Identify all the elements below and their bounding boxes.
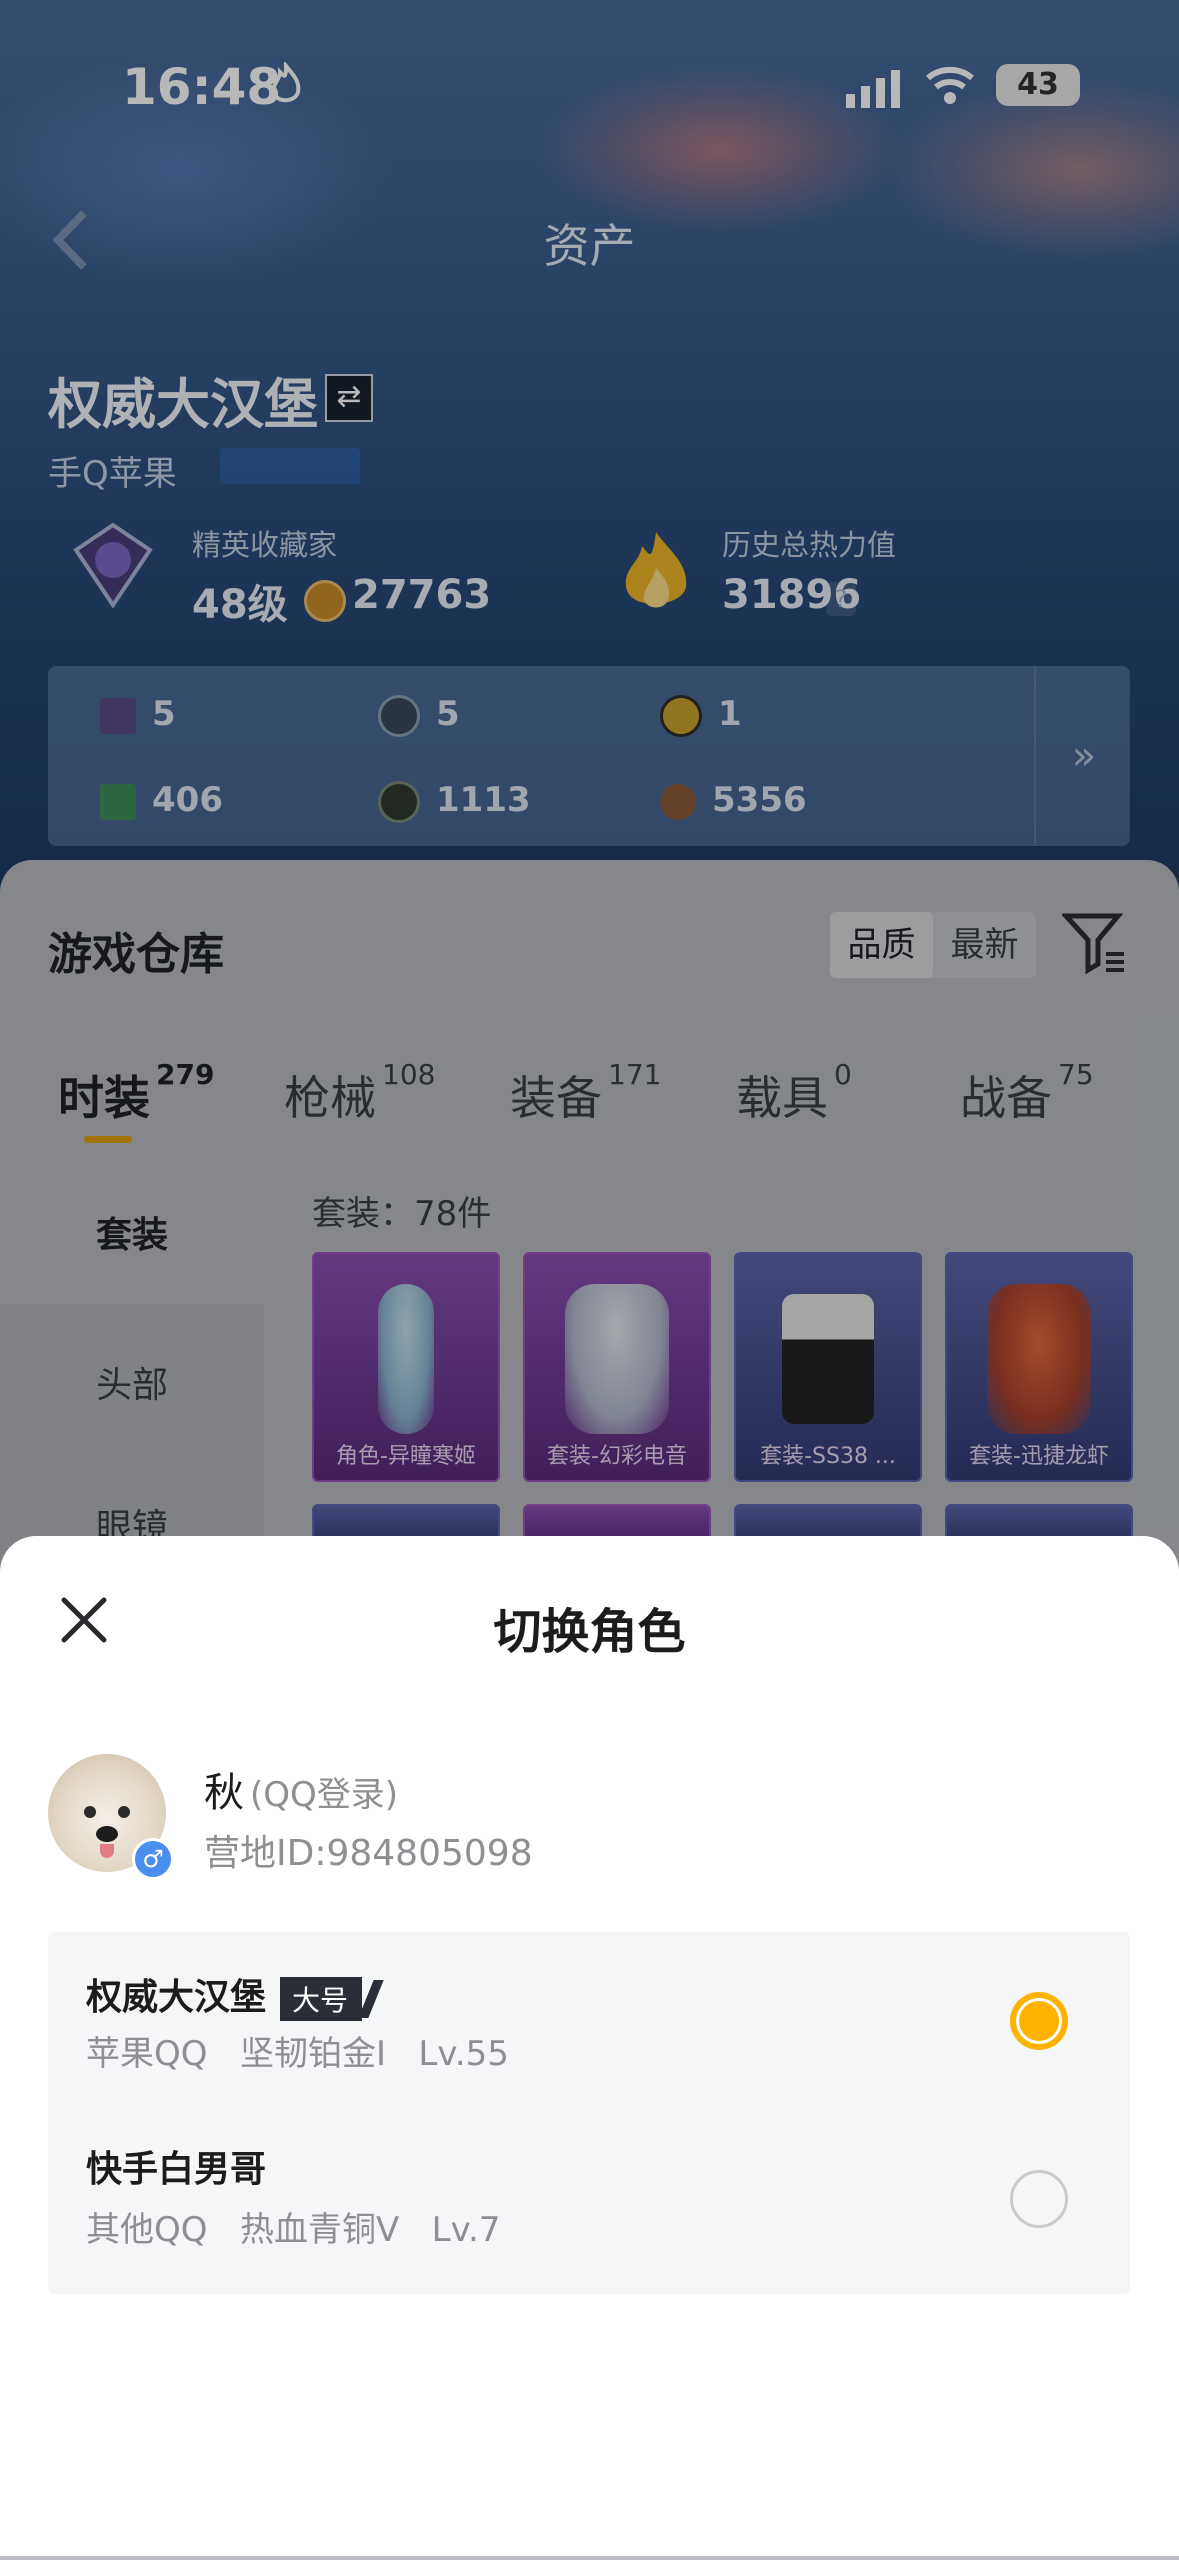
role-name-text: 权威大汉堡 bbox=[86, 1977, 267, 2018]
radio-selected[interactable] bbox=[1010, 1992, 1068, 2050]
radio-unselected[interactable] bbox=[1010, 2170, 1068, 2228]
gender-male-icon: ♂ bbox=[132, 1838, 174, 1880]
role-item-name: 权威大汉堡 大号 bbox=[86, 1968, 384, 2021]
role-item[interactable]: 权威大汉堡 大号 苹果QQ 坚韧铂金Ⅰ Lv.55 bbox=[48, 1932, 1130, 2112]
role-item-info: 其他QQ 热血青铜Ⅴ Lv.7 bbox=[86, 2210, 501, 2250]
login-type: (QQ登录) bbox=[250, 1775, 399, 1815]
dog-nose bbox=[96, 1826, 118, 1842]
dog-eye bbox=[84, 1806, 96, 1818]
main-account-tag: 大号 bbox=[280, 1977, 363, 2021]
role-item-name: 快手白男哥 bbox=[86, 2149, 267, 2190]
camp-id: 营地ID:984805098 bbox=[204, 1833, 533, 1874]
role-item[interactable]: 快手白男哥 其他QQ 热血青铜Ⅴ Lv.7 bbox=[48, 2112, 1130, 2292]
tag-slash-icon bbox=[358, 1980, 384, 2018]
user-name: 秋 (QQ登录) bbox=[204, 1760, 398, 1818]
role-item-info: 苹果QQ 坚韧铂金Ⅰ Lv.55 bbox=[86, 2034, 509, 2074]
user-name-text: 秋 bbox=[204, 1770, 244, 1816]
dog-eye bbox=[118, 1806, 130, 1818]
gender-symbol: ♂ bbox=[142, 1845, 164, 1873]
role-list: 权威大汉堡 大号 苹果QQ 坚韧铂金Ⅰ Lv.55 快手白男哥 其他QQ 热血青铜… bbox=[48, 1932, 1130, 2294]
sheet-title: 切换角色 bbox=[493, 1604, 686, 1660]
dog-tongue bbox=[100, 1844, 114, 1858]
